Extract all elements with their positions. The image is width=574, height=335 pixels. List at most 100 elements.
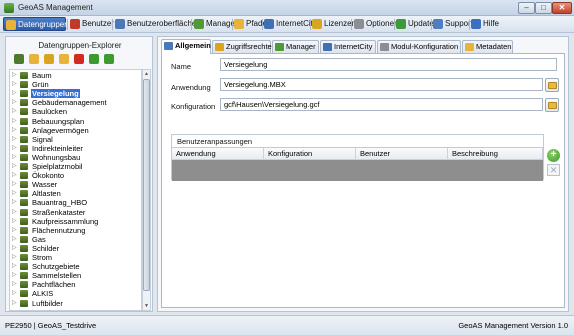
tree-node[interactable]: ▷ Baulücken (10, 107, 141, 116)
close-button[interactable]: ✕ (552, 2, 572, 14)
tab-internetcity[interactable]: InternetCity (320, 40, 376, 53)
module-manager[interactable]: Manager (192, 17, 238, 31)
expand-icon[interactable]: ▷ (12, 117, 18, 126)
maximize-button[interactable]: □ (535, 2, 552, 14)
expand-icon[interactable]: ▷ (12, 217, 18, 226)
expand-icon[interactable]: ▷ (12, 180, 18, 189)
column-header[interactable]: Konfiguration (264, 148, 356, 160)
tree-node[interactable]: ▷ Gas (10, 235, 141, 244)
tree-node-label: Schilder (32, 243, 60, 253)
tab-allgemein[interactable]: Allgemein (161, 39, 211, 54)
name-field[interactable]: Versiegelung (220, 58, 557, 71)
tab-zugriffsrechte[interactable]: Zugriffsrechte (212, 40, 272, 53)
config-field[interactable]: gcf\Hausen\Versiegelung.gcf (220, 98, 543, 111)
tree-node[interactable]: ▷ Spielplatzmobil (10, 162, 141, 171)
tree-node[interactable]: ▷ Wohnungsbau (10, 153, 141, 162)
module-update[interactable]: Update (394, 17, 434, 31)
tree-node[interactable]: ▷ Schutzgebiete (10, 262, 141, 271)
expand-icon[interactable]: ▷ (12, 244, 18, 253)
column-header[interactable]: Beschreibung (448, 148, 543, 160)
tree-node[interactable]: ▷ Straßenkataster (10, 208, 141, 217)
tree-node[interactable]: ▷ Strom (10, 253, 141, 262)
tree-node[interactable]: ▷ Pachtflächen (10, 280, 141, 289)
module-optionen[interactable]: Optionen (352, 17, 398, 31)
expand-icon[interactable]: ▷ (12, 162, 18, 171)
minimize-button[interactable]: – (518, 2, 535, 14)
tree-node[interactable]: ▷ Versiegelung (10, 89, 141, 99)
tree-icon[interactable] (14, 54, 24, 64)
expand-icon[interactable]: ▷ (12, 208, 18, 217)
expand-icon[interactable]: ▷ (12, 144, 18, 153)
datengruppen-tree[interactable]: ▷ Baum ▷ Grün ▷ Versiegelung ▷ Gebäudemanagemen… (9, 69, 142, 311)
datengruppe-icon (20, 126, 28, 134)
user-customizations-grid[interactable]: Anwendung Konfiguration Benutzer Beschre… (172, 147, 543, 181)
tree-node[interactable]: ▷ Bauantrag_HBO (10, 198, 141, 207)
tree-node[interactable]: ▷ Grün (10, 80, 141, 89)
expand-icon[interactable]: ▷ (12, 153, 18, 162)
tree-node[interactable]: ▷ Schilder (10, 244, 141, 253)
tab-metadaten[interactable]: Metadaten (462, 40, 513, 53)
remove-customization-button[interactable]: ✕ (547, 164, 560, 176)
module-pfade[interactable]: Pfade (232, 17, 267, 31)
scroll-down-icon[interactable]: ▼ (143, 302, 150, 310)
expand-icon[interactable]: ▷ (12, 198, 18, 207)
expand-icon[interactable]: ▷ (12, 253, 18, 262)
add-folder-icon[interactable] (59, 54, 69, 64)
browse-config-button[interactable] (545, 98, 559, 112)
expand-icon[interactable]: ▷ (12, 171, 18, 180)
tab-manager[interactable]: Manager (272, 40, 319, 53)
add-customization-button[interactable]: + (547, 149, 560, 162)
tree-scrollbar[interactable]: ▲ ▼ (142, 69, 151, 311)
tree-node[interactable]: ▷ Baum (10, 71, 141, 80)
tree-node[interactable]: ▷ ALKIS (10, 289, 141, 298)
browse-application-button[interactable] (545, 78, 559, 92)
module-datengruppen[interactable]: Datengruppen (3, 17, 69, 31)
expand-icon[interactable]: ▷ (12, 135, 18, 144)
scroll-up-icon[interactable]: ▲ (143, 70, 150, 78)
tree-node[interactable]: ▷ Sammelstellen (10, 271, 141, 280)
module-lizenzen[interactable]: Lizenzen (310, 17, 356, 31)
expand-icon[interactable]: ▷ (12, 107, 18, 116)
tab-modul-konfiguration[interactable]: Modul-Konfiguration (377, 40, 461, 53)
module-benutzer[interactable]: Benutzer (68, 17, 114, 31)
application-field[interactable]: Versiegelung.MBX (220, 78, 543, 91)
new-folder-icon[interactable] (29, 54, 39, 64)
module-benutzeroberflaechen[interactable]: Benutzeroberflächen (113, 17, 201, 31)
delete-icon[interactable] (74, 54, 84, 64)
expand-icon[interactable]: ▷ (12, 235, 18, 244)
scroll-thumb[interactable] (143, 79, 150, 291)
column-header[interactable]: Anwendung (172, 148, 264, 160)
tree-node[interactable]: ▷ Gebäudemanagement (10, 98, 141, 107)
expand-icon[interactable]: ▷ (12, 98, 18, 107)
expand-icon[interactable]: ▷ (12, 71, 18, 80)
expand-icon[interactable]: ▷ (12, 262, 18, 271)
expand-icon[interactable]: ▷ (12, 80, 18, 89)
expand-icon[interactable]: ▷ (12, 189, 18, 198)
expand-icon[interactable]: ▷ (12, 289, 18, 298)
arrow-down-icon[interactable] (104, 54, 114, 64)
expand-icon[interactable]: ▷ (12, 126, 18, 135)
expand-icon[interactable]: ▷ (12, 271, 18, 280)
arrow-up-icon[interactable] (89, 54, 99, 64)
tree-node[interactable]: ▷ Ökokonto (10, 171, 141, 180)
tree-node[interactable]: ▷ Indirekteinleiter (10, 144, 141, 153)
tree-node[interactable]: ▷ Wasser (10, 180, 141, 189)
tree-node[interactable]: ▷ Bebauungsplan (10, 117, 141, 126)
copy-icon[interactable] (44, 54, 54, 64)
name-label: Name (171, 62, 192, 71)
module-internetcity[interactable]: InternetCity (262, 17, 317, 31)
column-header[interactable]: Benutzer (356, 148, 448, 160)
module-hilfe[interactable]: Hilfe (469, 17, 499, 31)
tree-node[interactable]: ▷ Flächennutzung (10, 226, 141, 235)
expand-icon[interactable]: ▷ (12, 280, 18, 289)
tree-node[interactable]: ▷ Altlasten (10, 189, 141, 198)
expand-icon[interactable]: ▷ (12, 226, 18, 235)
module-label: Update (408, 19, 434, 28)
tree-node[interactable]: ▷ Luftbilder (10, 299, 141, 308)
tree-node[interactable]: ▷ Kaufpreissammlung (10, 217, 141, 226)
module-support[interactable]: Support (431, 17, 473, 31)
expand-icon[interactable]: ▷ (12, 299, 18, 308)
tree-node[interactable]: ▷ Anlagevermögen (10, 126, 141, 135)
expand-icon[interactable]: ▷ (12, 89, 18, 98)
tree-node[interactable]: ▷ Signal (10, 135, 141, 144)
